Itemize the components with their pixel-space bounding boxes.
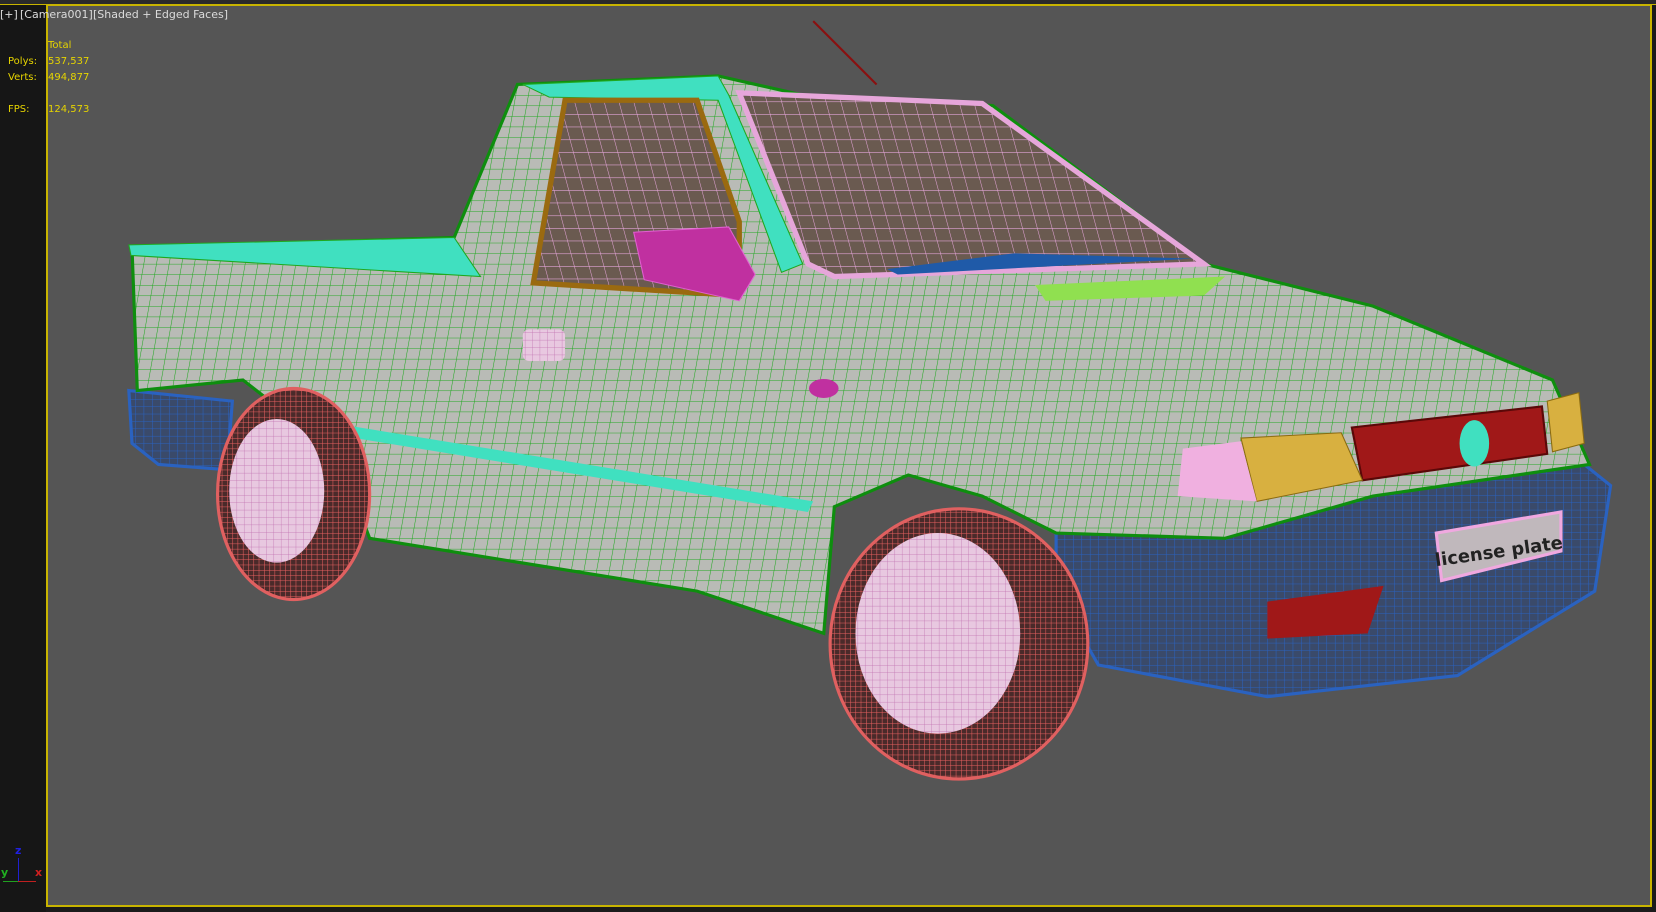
verts-value: 494,877 (48, 72, 90, 83)
fps-label: FPS: (8, 104, 30, 115)
viewport-menu-button[interactable]: [+] (0, 8, 18, 21)
polys-label: Polys: (8, 56, 38, 67)
rear-bumper (127, 388, 235, 472)
front-wheel-rim (855, 533, 1021, 734)
x-axis-label: x (35, 866, 43, 879)
antenna (812, 20, 878, 86)
y-axis-label: y (1, 866, 9, 879)
z-axis-label: z (15, 844, 22, 857)
side-marker (808, 378, 839, 398)
z-axis-line (18, 858, 19, 882)
polys-value: 537,537 (48, 56, 90, 67)
viewport-shading-label[interactable]: [Shaded + Edged Faces] (93, 8, 228, 21)
x-axis-line (18, 881, 36, 882)
stats-header: Total (48, 40, 72, 51)
viewport-camera-label[interactable]: [Camera001] (20, 8, 93, 21)
door-handle (522, 329, 566, 361)
headlight-left (1546, 391, 1585, 453)
windshield (735, 90, 1212, 280)
car-wireframe-model[interactable]: license plate (0, 0, 1656, 912)
verts-label: Verts: (8, 72, 37, 83)
rear-wheel-rim (229, 419, 325, 563)
fps-value: 124,573 (48, 104, 90, 115)
y-axis-line (3, 881, 19, 882)
badge (1459, 420, 1490, 467)
